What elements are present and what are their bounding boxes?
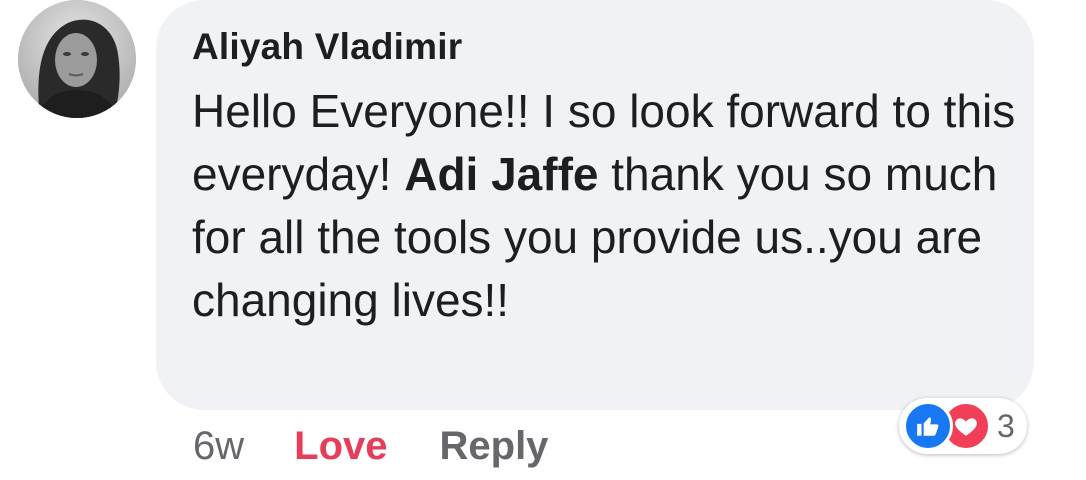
reactions-summary[interactable]: 3 [899, 398, 1027, 454]
like-icon [903, 401, 953, 451]
comment-author[interactable]: Aliyah Vladimir [192, 26, 462, 68]
comment-actions: 6w Love Reply [193, 420, 548, 472]
avatar-photo [18, 0, 136, 118]
reaction-count: 3 [997, 407, 1015, 444]
reply-button[interactable]: Reply [440, 424, 549, 469]
mention-link[interactable]: Adi Jaffe [404, 148, 598, 200]
comment-bubble: Aliyah Vladimir Hello Everyone!! I so lo… [156, 0, 1034, 410]
comment-container: Aliyah Vladimir Hello Everyone!! I so lo… [0, 0, 1086, 480]
love-button[interactable]: Love [294, 424, 387, 469]
comment-timestamp[interactable]: 6w [193, 424, 244, 469]
comment-text: Hello Everyone!! I so look forward to th… [192, 80, 1022, 332]
avatar[interactable] [18, 0, 136, 118]
